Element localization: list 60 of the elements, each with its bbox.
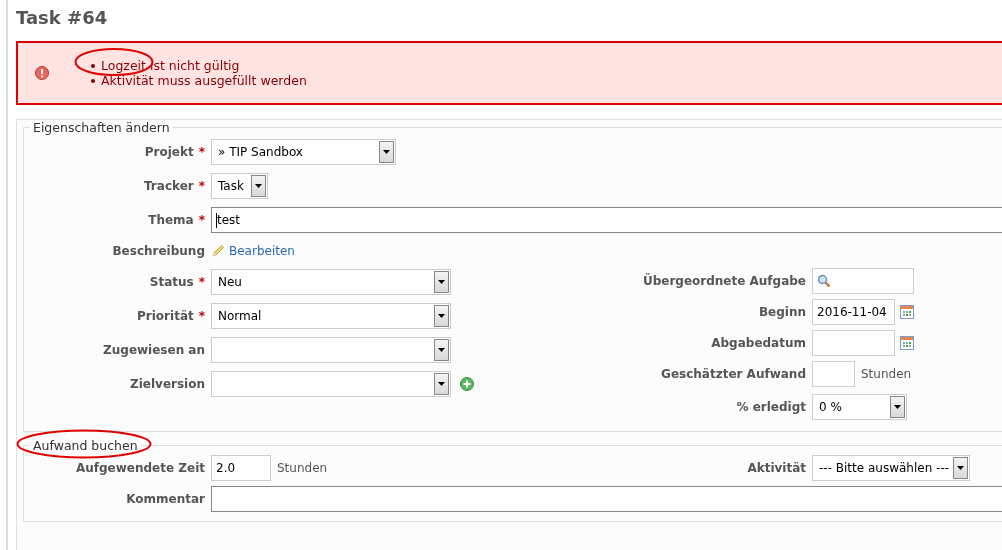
required-marker: * [198,275,205,289]
dropdown[interactable]: » TIP Sandbox [211,139,396,165]
number-field[interactable] [812,360,855,387]
dropdown[interactable] [211,371,451,397]
unit-label: Stunden [861,366,912,381]
date-field[interactable]: 2016-11-04 [812,298,895,325]
page-title: Task #64 [16,6,109,30]
field-label: Geschätzter Aufwand [661,366,806,381]
required-marker: * [198,145,205,159]
text-field[interactable]: test [211,207,1002,233]
required-marker: * [198,179,205,193]
caret-icon [438,382,445,386]
date-field[interactable] [812,329,895,356]
number-field[interactable]: 2.0 [211,455,271,481]
field-label: Übergeordnete Aufgabe [642,273,806,288]
error-message: Aktivität muss ausgefüllt werden [101,73,307,88]
text-field[interactable] [211,486,1002,512]
field-label: Beginn [758,304,806,319]
required-marker: * [198,213,205,227]
required-marker: * [198,309,205,323]
dropdown[interactable]: 0 % [812,394,907,420]
field-label: Kommentar [126,492,205,506]
dropdown[interactable]: --- Bitte auswählen --- [812,455,970,481]
caret-icon [438,314,445,318]
error-message: Logzeit ist nicht gültig [101,58,240,73]
unit-label: Stunden [277,461,328,475]
edit-link[interactable]: Bearbeiten [229,244,295,258]
dropdown[interactable]: Normal [211,303,451,329]
field-label: Aufgewendete Zeit [75,461,205,475]
field-label: Thema [148,213,194,227]
field-label: Zielversion [130,377,205,391]
dropdown[interactable]: Neu [211,269,451,295]
field-label: Aktivität [747,461,806,475]
search-field[interactable] [812,267,914,294]
calendar-icon[interactable] [900,335,914,350]
pencil-icon [211,244,225,258]
error-icon [35,66,49,80]
field-label: Tracker [144,179,194,193]
field-label: Zugewiesen an [103,343,205,357]
caret-icon [255,184,262,188]
search-icon [817,273,831,288]
field-label: Projekt [144,145,194,159]
field-label: Beschreibung [112,244,205,258]
field-label: % erledigt [736,400,806,414]
field-label: Priorität [137,309,194,323]
bullet-icon [91,78,95,83]
add-icon[interactable] [460,377,474,391]
caret-icon [438,348,445,352]
section-legend: Eigenschaften ändern [30,120,173,135]
calendar-icon[interactable] [900,304,914,319]
caret-icon [894,405,901,409]
section-legend: Aufwand buchen [33,438,138,453]
dropdown[interactable] [211,337,451,363]
dropdown[interactable]: Task [211,173,268,199]
caret-icon [383,150,390,154]
caret-icon [438,280,445,284]
caret-icon [957,466,964,470]
field-label: Status [149,275,194,289]
bullet-icon [91,63,95,68]
field-label: Abgabedatum [711,335,806,350]
